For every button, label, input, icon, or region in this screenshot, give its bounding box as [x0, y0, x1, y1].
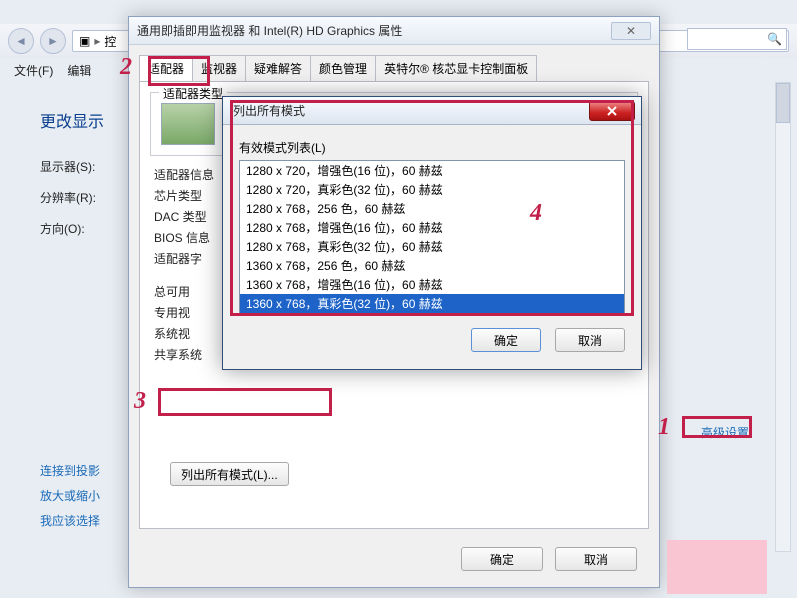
mode-item[interactable]: 1280 x 768，增强色(16 位)，60 赫兹 — [240, 218, 624, 237]
mode-item[interactable]: 1280 x 768，真彩色(32 位)，60 赫兹 — [240, 237, 624, 256]
side-links: 连接到投影 放大或缩小 我应该选择 — [40, 454, 100, 537]
tab-intel[interactable]: 英特尔® 核芯显卡控制面板 — [375, 55, 537, 81]
explorer-scrollbar[interactable] — [775, 82, 791, 552]
device-icon — [161, 103, 215, 145]
monitor-label: 显示器(S): — [40, 158, 95, 175]
modes-list-label: 有效模式列表(L) — [239, 139, 625, 156]
tab-monitor[interactable]: 监视器 — [192, 55, 246, 81]
dialog-ok-button[interactable]: 确定 — [461, 547, 543, 571]
row-shared: 共享系统 — [154, 348, 202, 362]
mode-item[interactable]: 1360 x 768，增强色(16 位)，60 赫兹 — [240, 275, 624, 294]
mode-item[interactable]: 1360 x 768，真彩色(32 位)，60 赫兹 — [240, 294, 624, 313]
search-input[interactable]: 🔍 — [687, 28, 787, 50]
folder-icon: ▣ — [79, 34, 90, 48]
forward-button[interactable]: ► — [40, 28, 66, 54]
list-all-modes-button[interactable]: 列出所有模式(L)... — [170, 462, 289, 486]
watermark-block — [667, 540, 767, 594]
link-projector[interactable]: 连接到投影 — [40, 462, 100, 479]
menu-file[interactable]: 文件(F) — [8, 60, 59, 81]
modes-title: 列出所有模式 — [233, 102, 305, 119]
back-button[interactable]: ◄ — [8, 28, 34, 54]
resolution-label: 分辨率(R): — [40, 189, 96, 206]
tab-adapter[interactable]: 适配器 — [139, 55, 193, 81]
mode-item[interactable]: 1360 x 768，256 色，60 赫兹 — [240, 256, 624, 275]
close-icon — [607, 106, 617, 116]
mode-item[interactable]: 1280 x 720，真彩色(32 位)，60 赫兹 — [240, 180, 624, 199]
tab-strip: 适配器 监视器 疑难解答 颜色管理 英特尔® 核芯显卡控制面板 — [139, 55, 649, 81]
dialog-cancel-button[interactable]: 取消 — [555, 547, 637, 571]
link-what[interactable]: 我应该选择 — [40, 512, 100, 529]
tab-color[interactable]: 颜色管理 — [310, 55, 376, 81]
link-zoom[interactable]: 放大或缩小 — [40, 487, 100, 504]
orientation-label: 方向(O): — [40, 220, 85, 237]
group-legend: 适配器类型 — [159, 85, 227, 102]
search-icon: 🔍 — [767, 32, 782, 46]
close-button[interactable]: ✕ — [611, 22, 651, 40]
dialog-title: 通用即插即用监视器 和 Intel(R) HD Graphics 属性 — [137, 22, 402, 39]
menu-edit[interactable]: 编辑 — [61, 60, 97, 81]
dialog-titlebar[interactable]: 通用即插即用监视器 和 Intel(R) HD Graphics 属性 — [129, 17, 659, 45]
modes-cancel-button[interactable]: 取消 — [555, 328, 625, 352]
modes-close-button[interactable] — [589, 101, 635, 121]
tab-troubleshoot[interactable]: 疑难解答 — [245, 55, 311, 81]
modes-titlebar[interactable]: 列出所有模式 — [223, 97, 641, 125]
modes-ok-button[interactable]: 确定 — [471, 328, 541, 352]
mode-item[interactable]: 1280 x 720，增强色(16 位)，60 赫兹 — [240, 161, 624, 180]
modes-listbox[interactable]: 1280 x 600，真彩色(32 位)，60 赫兹1280 x 720，256… — [239, 160, 625, 314]
list-modes-dialog: 列出所有模式 有效模式列表(L) 1280 x 600，真彩色(32 位)，60… — [222, 96, 642, 370]
address-text: 控 — [104, 33, 116, 50]
mode-item[interactable]: 1280 x 768，256 色，60 赫兹 — [240, 199, 624, 218]
advanced-settings-link[interactable]: 高级设置 — [701, 424, 749, 441]
